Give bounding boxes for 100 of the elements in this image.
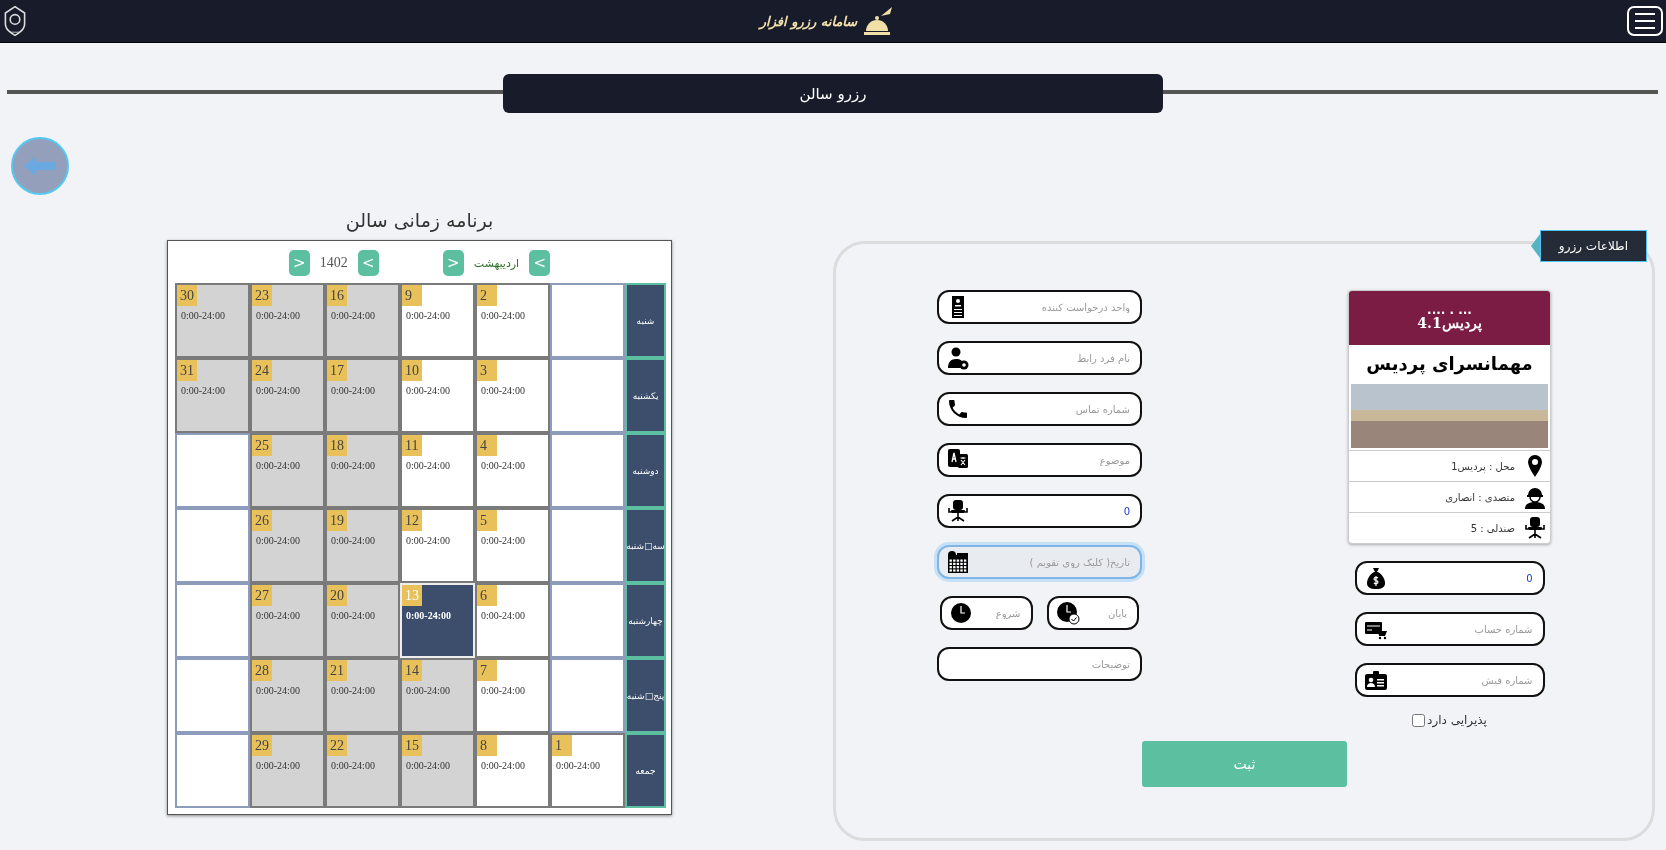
weekday-label: چهارشنبه xyxy=(625,583,666,658)
calendar-day[interactable]: 14 0:00-24:00 xyxy=(400,658,475,733)
hours-text: 0:00-24:00 xyxy=(256,385,300,396)
detail-text: متصدی : انصاری xyxy=(1445,491,1515,503)
hours-text: 0:00-24:00 xyxy=(481,460,525,471)
day-number: 13 xyxy=(402,585,422,606)
day-number: 12 xyxy=(402,510,422,531)
weekday-label: دوشنبه xyxy=(625,433,666,508)
checkbox[interactable] xyxy=(1412,713,1426,727)
calendar-day[interactable]: 30 0:00-24:00 xyxy=(175,283,250,358)
day-number: 3 xyxy=(477,360,497,381)
calendar-day[interactable]: 19 0:00-24:00 xyxy=(325,508,400,583)
user-gear-icon xyxy=(946,346,970,370)
calendar-day[interactable]: 31 0:00-24:00 xyxy=(175,358,250,433)
weekday-label: سه□شنبه xyxy=(625,508,666,583)
venue-name: مهمانسرای پردیس xyxy=(1365,352,1534,377)
hours-text: 0:00-24:00 xyxy=(481,685,525,696)
input-field[interactable]: تاریخ( کلیک روی تقویم ) xyxy=(937,545,1142,579)
arrow-left-icon xyxy=(22,154,58,178)
calendar-day[interactable]: 29 0:00-24:00 xyxy=(250,733,325,808)
day-number: 1 xyxy=(552,735,572,756)
day-number: 8 xyxy=(477,735,497,756)
chair-icon xyxy=(946,499,970,523)
calendar-day[interactable]: 6 0:00-24:00 xyxy=(475,583,550,658)
calendar-day[interactable]: 15 0:00-24:00 xyxy=(400,733,475,808)
hours-text: 0:00-24:00 xyxy=(181,385,225,396)
hours-text: 0:00-24:00 xyxy=(406,460,450,471)
day-number: 10 xyxy=(402,360,422,381)
input-field[interactable]: 0 xyxy=(1354,561,1545,595)
calendar-day[interactable]: 25 0:00-24:00 xyxy=(250,433,325,508)
hours-text: 0:00-24:00 xyxy=(331,535,375,546)
input-field[interactable]: نام فرد رابط xyxy=(937,341,1142,375)
hours-text: 0:00-24:00 xyxy=(556,760,600,771)
calendar-day[interactable]: 7 0:00-24:00 xyxy=(475,658,550,733)
hours-text: 0:00-24:00 xyxy=(256,685,300,696)
calendar-day[interactable]: 8 0:00-24:00 xyxy=(475,733,550,808)
hours-text: 0:00-24:00 xyxy=(181,310,225,321)
checkbox-label: پذیرایی دارد xyxy=(1427,713,1487,727)
input-field[interactable]: موضوع xyxy=(937,443,1142,477)
calendar-day[interactable]: 11 0:00-24:00 xyxy=(400,433,475,508)
venue-code: پردیس4.1 xyxy=(1417,315,1482,331)
hours-text: 0:00-24:00 xyxy=(256,610,300,621)
hours-text: 0:00-24:00 xyxy=(406,610,451,621)
calendar-day[interactable]: 24 0:00-24:00 xyxy=(250,358,325,433)
calendar-day[interactable]: 1 0:00-24:00 xyxy=(550,733,625,808)
day-number: 24 xyxy=(252,360,272,381)
calendar-day[interactable]: 5 0:00-24:00 xyxy=(475,508,550,583)
calendar-day[interactable]: 4 0:00-24:00 xyxy=(475,433,550,508)
calendar-day[interactable]: 28 0:00-24:00 xyxy=(250,658,325,733)
month-label: اردیبهشت xyxy=(473,256,520,270)
menu-icon[interactable] xyxy=(1634,12,1656,30)
day-number: 27 xyxy=(252,585,272,606)
day-number: 4 xyxy=(477,435,497,456)
day-number: 5 xyxy=(477,510,497,531)
day-number: 25 xyxy=(252,435,272,456)
app-title: سامانه رزرو افزار xyxy=(759,13,858,29)
calendar-day[interactable]: 3 0:00-24:00 xyxy=(475,358,550,433)
calendar-day[interactable]: 22 0:00-24:00 xyxy=(325,733,400,808)
weekday-label: یکشنبه xyxy=(625,358,666,433)
day-number: 30 xyxy=(177,285,197,306)
day-number: 2 xyxy=(477,285,497,306)
notes-field[interactable]: توضیحات xyxy=(937,647,1142,681)
input-field[interactable]: شماره فیش xyxy=(1354,663,1545,697)
calendar-day[interactable]: 20 0:00-24:00 xyxy=(325,583,400,658)
clock-check-icon xyxy=(1055,601,1080,625)
calendar-day[interactable]: 26 0:00-24:00 xyxy=(250,508,325,583)
calendar-day[interactable]: 16 0:00-24:00 xyxy=(325,283,400,358)
day-number: 14 xyxy=(402,660,422,681)
day-number: 6 xyxy=(477,585,497,606)
calendar-day[interactable]: 13 0:00-24:00 xyxy=(400,583,475,658)
hours-text: 0:00-24:00 xyxy=(481,310,525,321)
day-number: 21 xyxy=(327,660,347,681)
input-field[interactable]: شماره تماس xyxy=(937,392,1142,426)
day-number: 26 xyxy=(252,510,272,531)
calendar-day[interactable]: 17 0:00-24:00 xyxy=(325,358,400,433)
calendar-day[interactable]: 12 0:00-24:00 xyxy=(400,508,475,583)
calendar-day[interactable]: 9 0:00-24:00 xyxy=(400,283,475,358)
calendar-day[interactable]: 23 0:00-24:00 xyxy=(250,283,325,358)
calendar-day[interactable]: 2 0:00-24:00 xyxy=(475,283,550,358)
input-field[interactable]: شروع xyxy=(940,596,1033,630)
input-field[interactable]: 0 xyxy=(937,494,1142,528)
hours-text: 0:00-24:00 xyxy=(406,310,450,321)
calendar-day[interactable]: 10 0:00-24:00 xyxy=(400,358,475,433)
weekday-label: جمعه xyxy=(625,733,666,808)
input-field[interactable]: شماره حساب xyxy=(1354,612,1545,646)
day-number: 18 xyxy=(327,435,347,456)
hours-text: 0:00-24:00 xyxy=(406,760,450,771)
day-number: 20 xyxy=(327,585,347,606)
weekday-label: شنبه xyxy=(625,283,666,358)
calendar-day[interactable]: 27 0:00-24:00 xyxy=(250,583,325,658)
detail-text: صندلی : 5 xyxy=(1470,522,1515,534)
calendar-day[interactable]: 18 0:00-24:00 xyxy=(325,433,400,508)
input-field[interactable]: واحد درخواست کننده xyxy=(937,290,1142,324)
menu-button[interactable] xyxy=(1627,6,1663,36)
hours-text: 0:00-24:00 xyxy=(406,385,450,396)
calendar-day[interactable]: 21 0:00-24:00 xyxy=(325,658,400,733)
day-number: 16 xyxy=(327,285,347,306)
hours-text: 0:00-24:00 xyxy=(331,685,375,696)
phone-icon xyxy=(946,397,970,421)
hours-text: 0:00-24:00 xyxy=(256,535,300,546)
